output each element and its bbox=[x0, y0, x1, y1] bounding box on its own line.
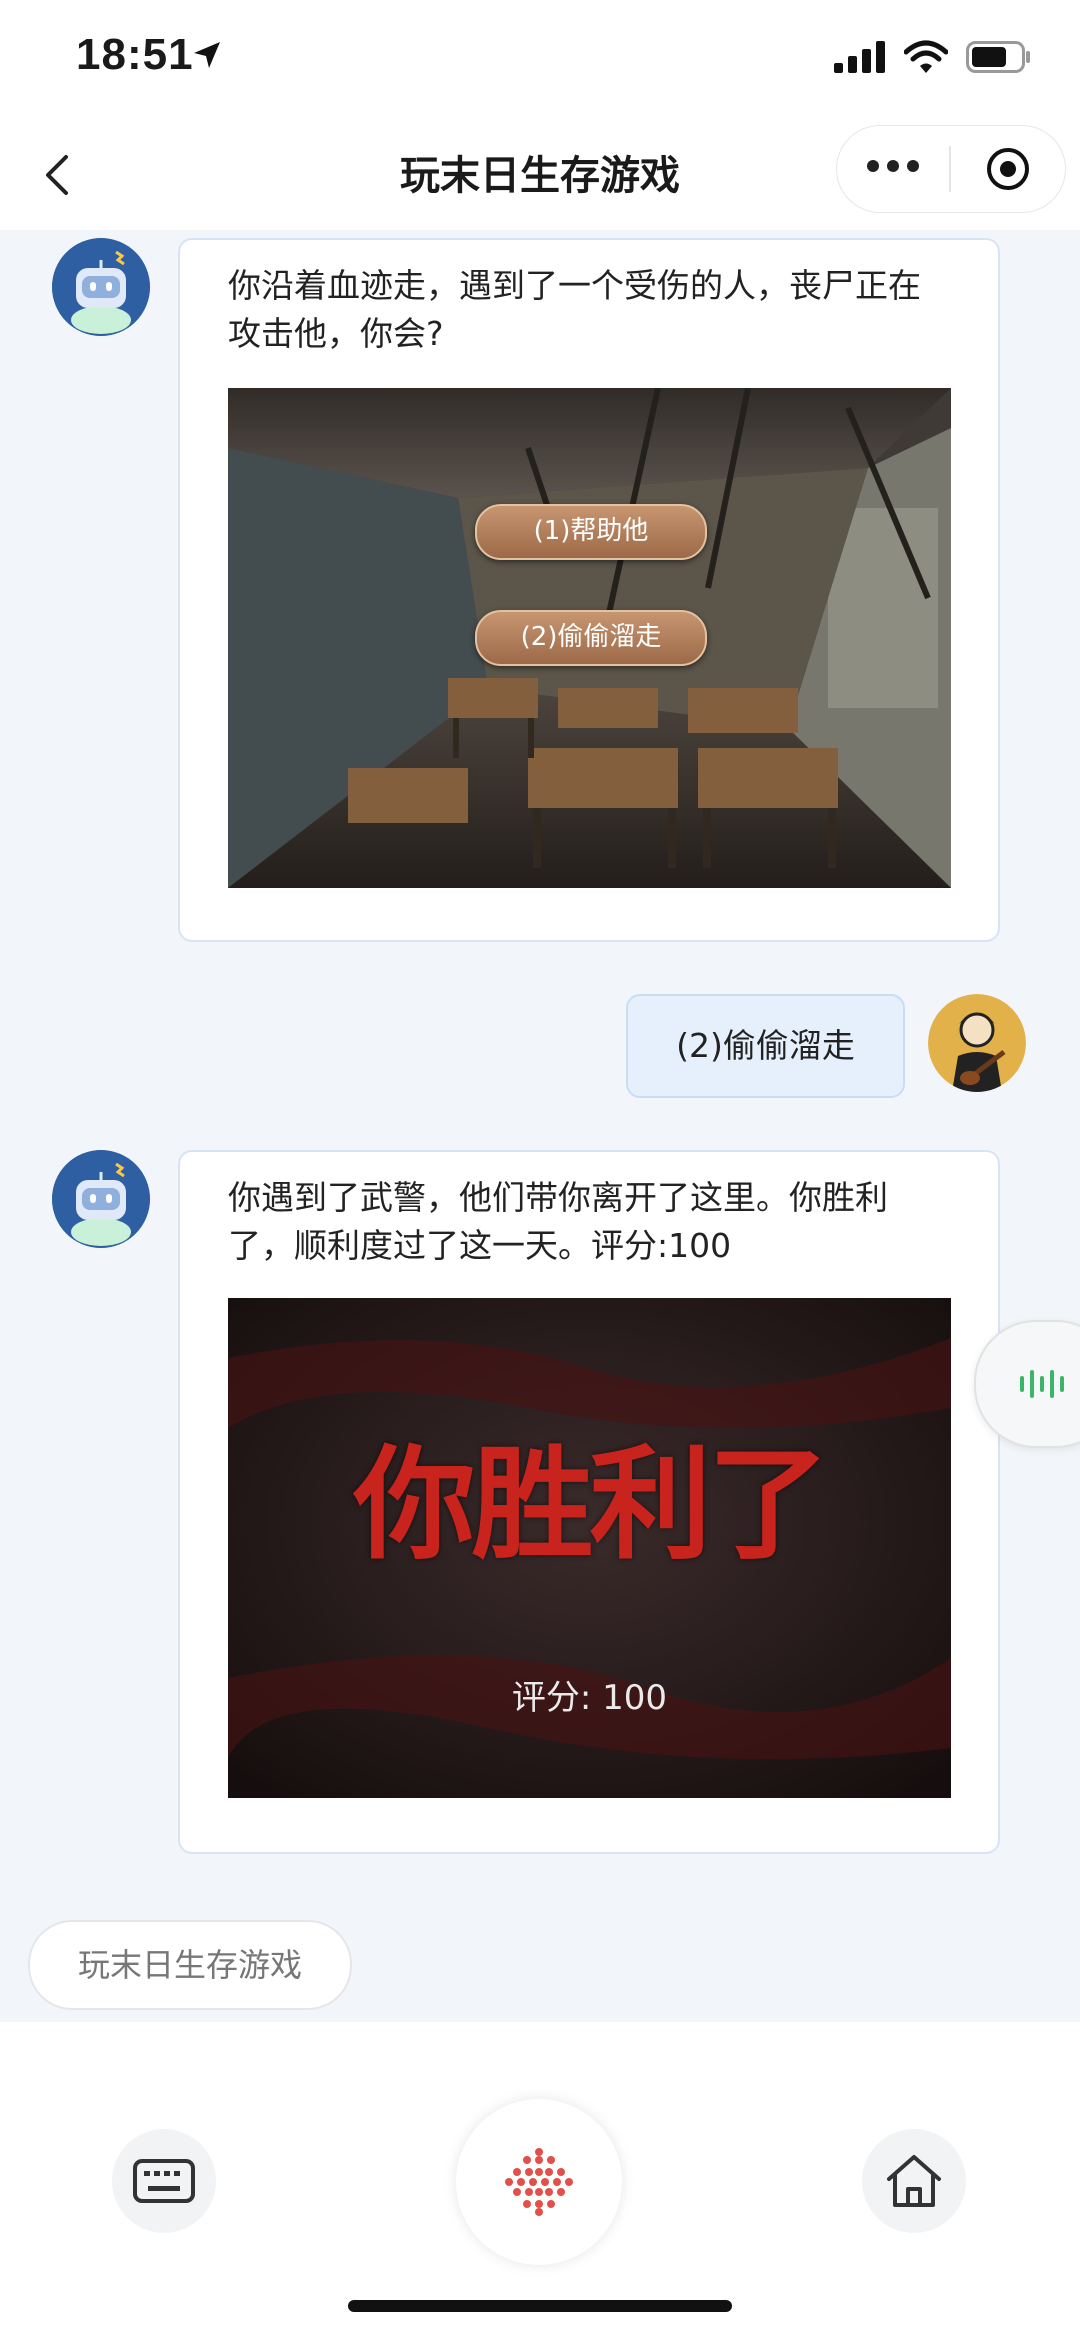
voice-wave-icon bbox=[1020, 1370, 1064, 1398]
battery-icon bbox=[966, 41, 1030, 73]
signal-icon bbox=[834, 41, 885, 73]
bot-message-bubble: 你沿着血迹走，遇到了一个受伤的人，丧尸正在攻击他，你会? (1)帮助他 (2)偷… bbox=[178, 238, 1000, 942]
victory-score: 评分: 100 bbox=[511, 1678, 668, 1718]
status-time: 18:51 bbox=[76, 30, 194, 79]
miniprogram-capsule bbox=[836, 125, 1066, 213]
suggestion-chip[interactable]: 玩末日生存游戏 bbox=[28, 1920, 352, 2010]
bottom-toolbar bbox=[0, 2022, 1080, 2337]
bot-avatar bbox=[52, 238, 150, 336]
robot-icon bbox=[52, 238, 150, 336]
home-icon bbox=[887, 2155, 941, 2207]
keyboard-icon bbox=[133, 2159, 195, 2203]
location-arrow-icon bbox=[194, 42, 220, 68]
voice-input-button[interactable] bbox=[456, 2099, 622, 2265]
keyboard-button[interactable] bbox=[112, 2129, 216, 2233]
more-dots-icon[interactable] bbox=[867, 160, 919, 172]
user-avatar bbox=[928, 994, 1026, 1092]
wifi-icon bbox=[904, 40, 948, 73]
guitarist-avatar-icon bbox=[928, 994, 1026, 1092]
option-sneak-button[interactable]: (2)偷偷溜走 bbox=[475, 610, 707, 666]
bot-message-bubble: 你遇到了武警，他们带你离开了这里。你胜利了，顺利度过了这一天。评分:100 你胜… bbox=[178, 1150, 1000, 1854]
victory-title: 你胜利了 bbox=[353, 1434, 830, 1576]
option-help-button[interactable]: (1)帮助他 bbox=[475, 504, 707, 560]
robot-icon bbox=[52, 1150, 150, 1248]
home-indicator bbox=[348, 2300, 732, 2312]
user-message-bubble: (2)偷偷溜走 bbox=[626, 994, 905, 1098]
bot-avatar bbox=[52, 1150, 150, 1248]
victory-banner-image: 你胜利了 评分: 100 bbox=[228, 1298, 951, 1798]
mic-dots-icon bbox=[505, 2148, 573, 2216]
bot-message-text: 你遇到了武警，他们带你离开了这里。你胜利了，顺利度过了这一天。评分:100 bbox=[228, 1178, 888, 1265]
game-scene-image: (1)帮助他 (2)偷偷溜走 bbox=[228, 388, 951, 888]
target-icon[interactable] bbox=[985, 146, 1031, 192]
status-bar: 18:51 bbox=[0, 0, 1080, 115]
nav-bar: 玩末日生存游戏 bbox=[0, 115, 1080, 230]
bot-message-text: 你沿着血迹走，遇到了一个受伤的人，丧尸正在攻击他，你会? bbox=[228, 266, 921, 353]
capsule-divider bbox=[949, 146, 951, 192]
chat-area[interactable]: 你沿着血迹走，遇到了一个受伤的人，丧尸正在攻击他，你会? (1)帮助他 (2)偷… bbox=[0, 230, 1080, 2022]
home-button[interactable] bbox=[862, 2129, 966, 2233]
status-icons bbox=[834, 40, 1032, 74]
